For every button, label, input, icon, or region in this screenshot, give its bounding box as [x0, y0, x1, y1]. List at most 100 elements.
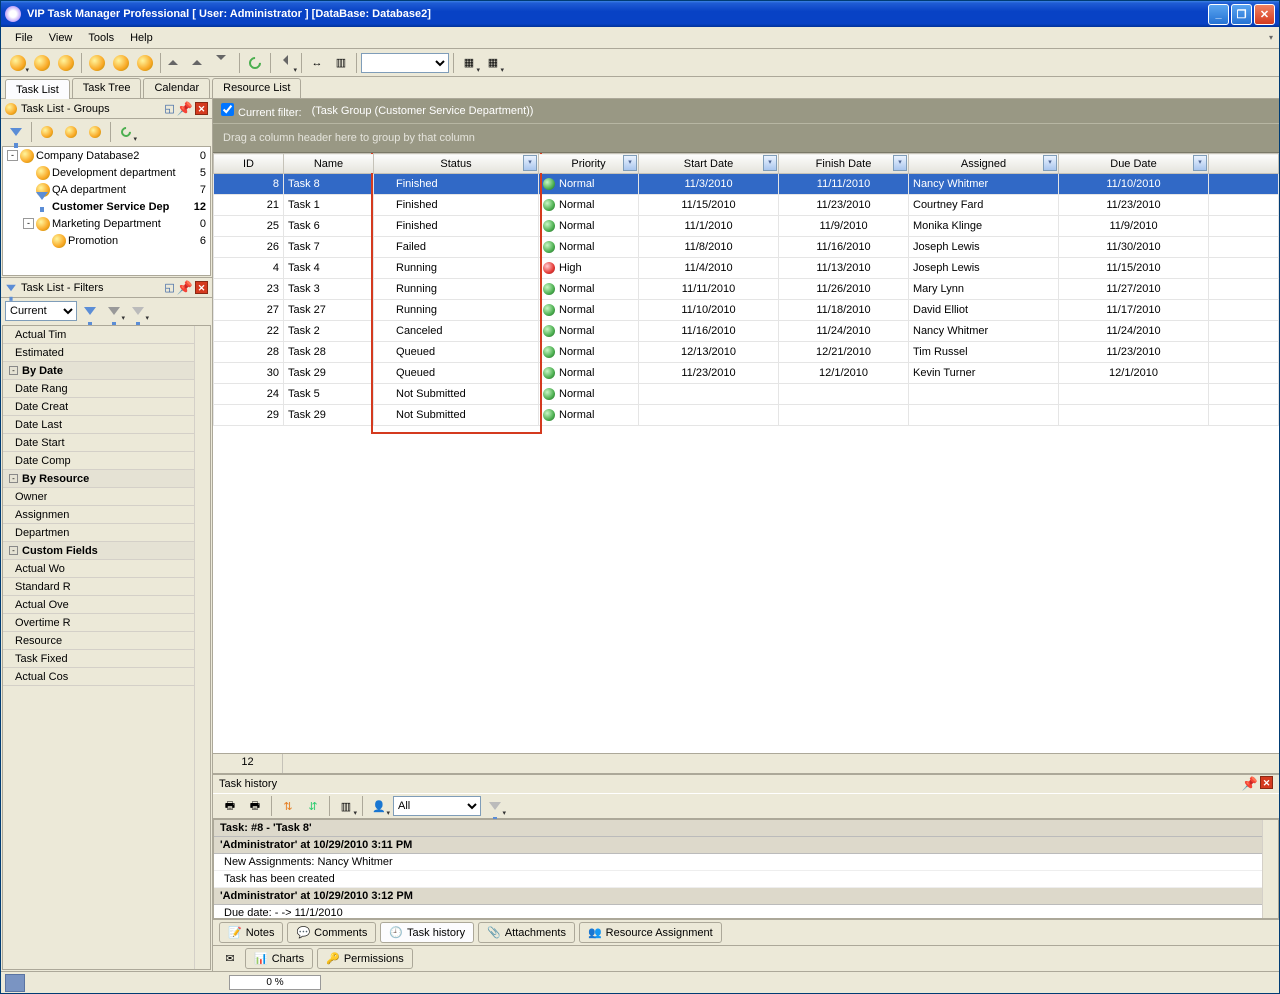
tree-expander-icon[interactable]: -	[23, 218, 34, 229]
tb-fit[interactable]: ↔	[306, 52, 328, 74]
filter-checkbox[interactable]	[221, 103, 234, 116]
btab2-permissions[interactable]: 🔑Permissions	[317, 948, 413, 969]
groups-del-btn[interactable]	[84, 121, 106, 143]
tb-edit-task[interactable]	[31, 52, 53, 74]
group-expander-icon[interactable]: -	[9, 474, 18, 483]
filter-item[interactable]: Date Start▾	[3, 434, 210, 452]
tb-move-down[interactable]	[213, 52, 235, 74]
table-row[interactable]: 29Task 29Not SubmittedNormal	[214, 405, 1279, 426]
menu-tools[interactable]: Tools	[80, 30, 122, 46]
restore-icon[interactable]: ◱	[164, 102, 174, 115]
btab-notes[interactable]: 📝Notes	[219, 922, 283, 943]
filter-item[interactable]: Date Last▾	[3, 416, 210, 434]
hist-expand[interactable]: ⇅	[277, 795, 299, 817]
tree-expander-icon[interactable]: -	[7, 150, 18, 161]
close-panel-icon[interactable]: ✕	[1260, 776, 1273, 789]
pin-icon[interactable]: 📌	[177, 101, 193, 117]
table-row[interactable]: 28Task 28QueuedNormal12/13/201012/21/201…	[214, 342, 1279, 363]
groups-filter-btn[interactable]	[5, 121, 27, 143]
table-row[interactable]: 4Task 4RunningHigh11/4/201011/13/2010Jos…	[214, 258, 1279, 279]
tree-node[interactable]: QA department7	[3, 181, 210, 198]
history-body[interactable]: Task: #8 - 'Task 8' 'Administrator' at 1…	[213, 819, 1279, 919]
filter-save-btn[interactable]: ▾	[103, 300, 125, 322]
minimize-button[interactable]: _	[1208, 4, 1229, 25]
table-row[interactable]: 26Task 7FailedNormal11/8/201011/16/2010J…	[214, 237, 1279, 258]
mail-icon[interactable]: ✉	[219, 948, 241, 970]
filter-clear-btn[interactable]: ▾	[127, 300, 149, 322]
tb-columns[interactable]: ▥	[330, 52, 352, 74]
column-start-date[interactable]: Start Date▾	[639, 154, 779, 174]
filter-item[interactable]: Date Rang▾	[3, 380, 210, 398]
filter-item[interactable]: Owner▾	[3, 488, 210, 506]
scrollbar[interactable]	[194, 326, 210, 969]
restore-icon[interactable]: ◱	[164, 281, 174, 294]
tb-refresh[interactable]	[244, 52, 266, 74]
filter-item[interactable]: Actual Tim▾	[3, 326, 210, 344]
column-priority[interactable]: Priority▾	[539, 154, 639, 174]
tb-move-up[interactable]	[165, 52, 187, 74]
table-row[interactable]: 27Task 27RunningNormal11/10/201011/18/20…	[214, 300, 1279, 321]
filter-group[interactable]: -By Resource	[3, 470, 210, 488]
filter-item[interactable]: Departmen▾	[3, 524, 210, 542]
tb-export2[interactable]: ▦▾	[482, 52, 504, 74]
filter-item[interactable]: Estimated▾	[3, 344, 210, 362]
hist-collapse[interactable]: ⇵	[302, 795, 324, 817]
filter-group[interactable]: -Custom Fields	[3, 542, 210, 560]
tb-zoom-combo[interactable]	[361, 53, 449, 73]
groups-new-btn[interactable]	[36, 121, 58, 143]
table-row[interactable]: 25Task 6FinishedNormal11/1/201011/9/2010…	[214, 216, 1279, 237]
groups-refresh-btn[interactable]: ▾	[115, 121, 137, 143]
filter-item[interactable]: Date Comp▾	[3, 452, 210, 470]
hist-filter-combo[interactable]: All	[393, 796, 481, 816]
menubar-overflow-icon[interactable]: ▾	[1269, 33, 1273, 42]
filter-item[interactable]: Actual Cos▾	[3, 668, 210, 686]
column-filter-icon[interactable]: ▾	[1043, 155, 1057, 171]
column-name[interactable]: Name	[284, 154, 374, 174]
filter-checkbox-label[interactable]: Current filter:	[221, 103, 302, 119]
column-due-date[interactable]: Due Date▾	[1059, 154, 1209, 174]
tb-export1[interactable]: ▦▾	[458, 52, 480, 74]
tab-calendar[interactable]: Calendar	[143, 78, 210, 98]
btab-comments[interactable]: 💬Comments	[287, 922, 376, 943]
tab-task-list[interactable]: Task List	[5, 79, 70, 99]
filters-list[interactable]: Actual Tim▾Estimated▾-By DateDate Rang▾D…	[2, 325, 211, 970]
tab-resource-list[interactable]: Resource List	[212, 78, 301, 98]
close-panel-icon[interactable]: ✕	[195, 102, 208, 115]
menu-file[interactable]: File	[7, 30, 41, 46]
filter-item[interactable]: Date Creat▾	[3, 398, 210, 416]
group-expander-icon[interactable]: -	[9, 546, 18, 555]
close-button[interactable]: ✕	[1254, 4, 1275, 25]
filter-preset-combo[interactable]: Current	[5, 301, 77, 321]
column-finish-date[interactable]: Finish Date▾	[779, 154, 909, 174]
table-row[interactable]: 21Task 1FinishedNormal11/15/201011/23/20…	[214, 195, 1279, 216]
tb-paste[interactable]	[134, 52, 156, 74]
btab-attachments[interactable]: 📎Attachments	[478, 922, 575, 943]
table-row[interactable]: 22Task 2CanceledNormal11/16/201011/24/20…	[214, 321, 1279, 342]
tb-undo[interactable]: ▾	[275, 52, 297, 74]
tree-node[interactable]: Customer Service Dep12	[3, 198, 210, 215]
column-assigned[interactable]: Assigned▾	[909, 154, 1059, 174]
hist-user[interactable]: 👤▾	[368, 795, 390, 817]
tree-node[interactable]: -Company Database20	[3, 147, 210, 164]
tb-new-task[interactable]: ▾	[7, 52, 29, 74]
statusbar-icon[interactable]	[5, 974, 25, 992]
column-filter-icon[interactable]: ▾	[523, 155, 537, 171]
maximize-button[interactable]: ❐	[1231, 4, 1252, 25]
scrollbar[interactable]	[1262, 820, 1278, 918]
hist-columns[interactable]: ▥▾	[335, 795, 357, 817]
close-panel-icon[interactable]: ✕	[195, 281, 208, 294]
hist-print2[interactable]: 🖶	[244, 795, 266, 817]
group-expander-icon[interactable]: -	[9, 366, 18, 375]
tab-task-tree[interactable]: Task Tree	[72, 78, 142, 98]
hist-print1[interactable]: 🖶	[219, 795, 241, 817]
filter-apply-btn[interactable]	[79, 300, 101, 322]
menu-help[interactable]: Help	[122, 30, 161, 46]
column-filter-icon[interactable]: ▾	[893, 155, 907, 171]
column-filter-icon[interactable]: ▾	[763, 155, 777, 171]
task-grid[interactable]: IDNameStatus▾Priority▾Start Date▾Finish …	[213, 153, 1279, 753]
column-id[interactable]: ID	[214, 154, 284, 174]
groups-tree[interactable]: -Company Database20Development departmen…	[2, 146, 211, 276]
tb-cut[interactable]	[86, 52, 108, 74]
tb-move-top[interactable]	[189, 52, 211, 74]
column-status[interactable]: Status▾	[374, 154, 539, 174]
